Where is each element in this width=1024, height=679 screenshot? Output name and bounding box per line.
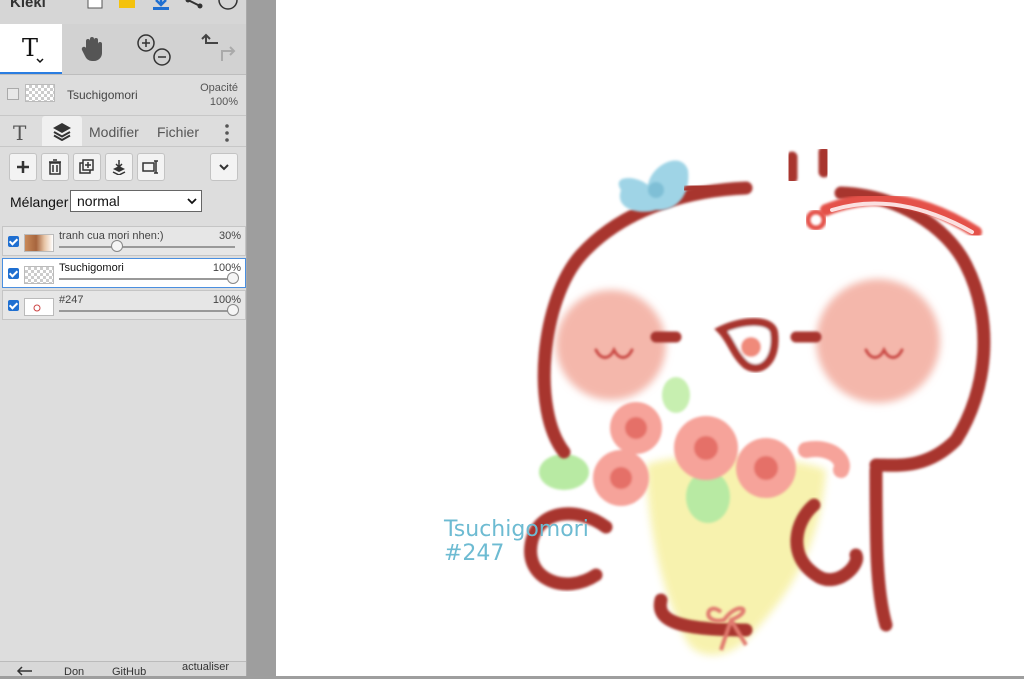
drawing-illustration bbox=[524, 146, 991, 655]
blend-mode-label: Mélanger bbox=[10, 194, 69, 210]
tab-modifier[interactable]: Modifier bbox=[89, 124, 139, 140]
slider-handle[interactable] bbox=[227, 304, 239, 316]
layer-opacity: 100% bbox=[212, 262, 241, 274]
watermark-text: Tsuchigomori #247 bbox=[444, 518, 589, 566]
active-layer-thumbnail bbox=[25, 84, 55, 102]
layers-icon bbox=[53, 123, 71, 141]
active-layer-header: Tsuchigomori Opacité 100% bbox=[0, 75, 246, 116]
layer-thumbnail bbox=[24, 298, 54, 316]
layer-opacity-slider[interactable] bbox=[59, 304, 239, 316]
bow bbox=[618, 160, 731, 212]
blend-mode-select[interactable]: normal bbox=[70, 190, 202, 212]
add-layer-button[interactable] bbox=[9, 153, 37, 181]
layer-name: #247 bbox=[59, 294, 84, 306]
file-icon[interactable] bbox=[86, 0, 106, 12]
merge-layer-icon bbox=[112, 160, 126, 175]
layer-opacity: 30% bbox=[218, 230, 241, 242]
github-link[interactable]: GitHub bbox=[112, 666, 146, 676]
more-options-icon[interactable] bbox=[222, 123, 232, 143]
tab-layers[interactable] bbox=[42, 116, 82, 146]
layer-thumbnail bbox=[24, 266, 54, 284]
rename-layer-icon bbox=[142, 160, 158, 174]
layer-visibility-checkbox[interactable] bbox=[8, 300, 19, 311]
zoom-out-icon[interactable] bbox=[153, 48, 171, 66]
layer-thumbnail bbox=[24, 234, 54, 252]
tab-fichier[interactable]: Fichier bbox=[157, 124, 199, 140]
layer-name: Tsuchigomori bbox=[59, 262, 124, 274]
zoom-controls bbox=[124, 24, 186, 74]
panel-tabs: T Modifier Fichier bbox=[0, 116, 246, 147]
sidebar-footer: Don GitHub actualiser bbox=[0, 661, 246, 676]
select-arrow-icon bbox=[187, 198, 197, 205]
opacity-label: Opacité bbox=[200, 82, 238, 94]
layer-opacity-slider[interactable] bbox=[59, 272, 239, 284]
blend-mode-value: normal bbox=[77, 193, 120, 209]
tool-bar: T bbox=[0, 24, 246, 75]
rename-layer-button[interactable] bbox=[137, 153, 165, 181]
head-ribbon bbox=[820, 193, 982, 238]
history-controls bbox=[186, 24, 246, 74]
layer-menu-dropdown[interactable] bbox=[210, 153, 238, 181]
layer-name: tranh cua mori nhen:) bbox=[59, 230, 164, 242]
chevron-down-icon bbox=[219, 164, 229, 171]
add-layer-icon bbox=[17, 161, 29, 173]
tab-text-icon[interactable]: T bbox=[10, 120, 34, 144]
back-arrow-icon[interactable] bbox=[16, 666, 34, 676]
zoom-in-icon[interactable] bbox=[137, 34, 155, 52]
active-layer-name: Tsuchigomori bbox=[67, 88, 138, 102]
delete-layer-icon bbox=[49, 159, 61, 175]
layer-opacity-slider[interactable] bbox=[59, 240, 235, 252]
layer-visibility-checkbox[interactable] bbox=[8, 236, 19, 247]
text-tool-icon: T bbox=[22, 34, 44, 64]
opacity-value: 100% bbox=[209, 96, 238, 108]
folder-icon[interactable] bbox=[117, 0, 137, 12]
layer-opacity: 100% bbox=[212, 294, 241, 306]
text-tool[interactable]: T bbox=[0, 24, 62, 74]
layer-visibility-checkbox[interactable] bbox=[8, 268, 19, 279]
sidebar: Kleki T Tsuchigomori Opacité 100% T Modi… bbox=[0, 0, 247, 676]
refresh-link[interactable]: actualiser bbox=[182, 661, 229, 673]
svg-text:T: T bbox=[13, 121, 27, 144]
svg-text:T: T bbox=[22, 34, 38, 62]
donate-link[interactable]: Don bbox=[64, 666, 84, 676]
redo-icon[interactable] bbox=[221, 46, 236, 61]
head-dot bbox=[805, 209, 827, 231]
hand-tool[interactable] bbox=[62, 24, 124, 74]
duplicate-layer-button[interactable] bbox=[73, 153, 101, 181]
layer-item[interactable]: Tsuchigomori 100% bbox=[2, 258, 246, 288]
watermark-line-name: Tsuchigomori bbox=[444, 517, 589, 542]
share-icon[interactable] bbox=[184, 0, 204, 12]
eyebrows bbox=[786, 146, 830, 184]
drawing-canvas[interactable]: Tsuchigomori #247 bbox=[276, 0, 1024, 676]
help-icon[interactable] bbox=[218, 0, 238, 12]
slider-handle[interactable] bbox=[227, 272, 239, 284]
duplicate-layer-icon bbox=[79, 159, 94, 174]
hand-tool-icon bbox=[81, 37, 102, 61]
delete-layer-button[interactable] bbox=[41, 153, 69, 181]
layer-item[interactable]: tranh cua mori nhen:) 30% bbox=[2, 226, 246, 256]
download-icon[interactable] bbox=[151, 0, 171, 12]
undo-icon[interactable] bbox=[201, 33, 218, 44]
merge-layer-button[interactable] bbox=[105, 153, 133, 181]
canvas-area[interactable]: Tsuchigomori #247 bbox=[247, 0, 1024, 676]
opacity-readout: Opacité 100% bbox=[200, 81, 238, 109]
layer-visibility-checkbox[interactable] bbox=[7, 88, 19, 100]
watermark-line-number: #247 bbox=[444, 541, 505, 566]
layer-item[interactable]: #247 100% bbox=[2, 290, 246, 320]
slider-handle[interactable] bbox=[111, 240, 123, 252]
top-bar: Kleki bbox=[0, 0, 246, 24]
app-logo[interactable]: Kleki bbox=[10, 0, 46, 11]
